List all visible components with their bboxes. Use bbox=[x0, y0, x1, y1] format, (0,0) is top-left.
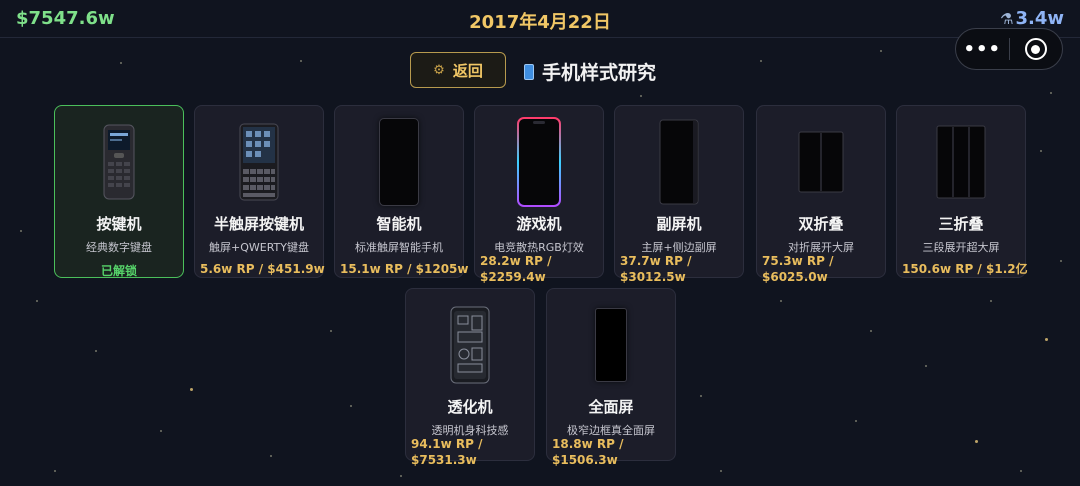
phone-style-card-tri-fold[interactable]: 三折叠 三段展开超大屏 150.6w RP / $1.2亿 bbox=[896, 105, 1028, 278]
gaming-phone-icon bbox=[475, 114, 603, 210]
phone-style-name: 按键机 bbox=[96, 215, 142, 233]
unlock-cost: 75.3w RP / $6025.0w bbox=[762, 254, 834, 284]
phone-style-card-full-screen[interactable]: 全面屏 极窄边框真全面屏 18.8w RP / $1506.3w bbox=[546, 288, 676, 467]
smartphone-icon bbox=[335, 114, 463, 210]
keypad-phone-icon bbox=[55, 114, 183, 210]
page-title-text: 手机样式研究 bbox=[542, 62, 657, 84]
side-screen-phone-icon bbox=[615, 114, 743, 210]
phone-style-desc: 触屏+QWERTY键盘 bbox=[209, 241, 309, 254]
phone-style-card-keypad[interactable]: 按键机 经典数字键盘 已解锁 bbox=[54, 105, 184, 278]
microscope-icon: ⚗ bbox=[1000, 9, 1014, 28]
miniprogram-capsule: ••• bbox=[955, 28, 1063, 70]
phone-style-card-side-screen[interactable]: 副屏机 主屏+侧边副屏 37.7w RP / $3012.5w bbox=[614, 105, 744, 284]
phone-style-name: 智能机 bbox=[376, 215, 422, 233]
close-miniprogram-button[interactable] bbox=[1009, 38, 1062, 60]
dual-fold-phone-icon bbox=[757, 114, 885, 210]
phone-style-desc: 标准触屏智能手机 bbox=[355, 241, 443, 254]
phone-style-desc: 三段展开超大屏 bbox=[922, 241, 1000, 254]
phone-style-card-transparent[interactable]: 透化机 透明机身科技感 94.1w RP / $7531.3w bbox=[405, 288, 535, 467]
phone-style-name: 副屏机 bbox=[656, 215, 702, 233]
unlock-cost: 18.8w RP / $1506.3w bbox=[552, 437, 624, 467]
tri-fold-phone-icon bbox=[897, 114, 1025, 210]
top-status-bar: $7547.6w 2017年4月22日 ⚗ 3.4w bbox=[0, 0, 1080, 38]
full-screen-phone-icon bbox=[547, 297, 675, 393]
phone-style-desc: 经典数字键盘 bbox=[86, 241, 152, 254]
qwerty-phone-icon bbox=[195, 114, 323, 210]
phone-style-card-dual-fold[interactable]: 双折叠 对折展开大屏 75.3w RP / $6025.0w bbox=[756, 105, 886, 284]
phone-style-name: 半触屏按键机 bbox=[213, 215, 304, 233]
unlock-cost: 94.1w RP / $7531.3w bbox=[411, 437, 483, 467]
phone-icon bbox=[524, 63, 534, 80]
phone-style-card-smartphone[interactable]: 智能机 标准触屏智能手机 15.1w RP / $1205w bbox=[334, 105, 468, 278]
research-points-value: 3.4w bbox=[1015, 8, 1064, 29]
unlocked-status: 已解锁 bbox=[100, 264, 137, 278]
unlock-cost: 15.1w RP / $1205w bbox=[340, 262, 469, 276]
phone-style-name: 透化机 bbox=[447, 398, 493, 416]
unlock-cost: 37.7w RP / $3012.5w bbox=[620, 254, 692, 284]
phone-style-name: 游戏机 bbox=[516, 215, 562, 233]
gear-icon: ⚙ bbox=[433, 62, 445, 78]
phone-style-card-qwerty[interactable]: 半触屏按键机 触屏+QWERTY键盘 5.6w RP / $451.9w bbox=[194, 105, 325, 278]
more-dots-icon[interactable]: ••• bbox=[956, 39, 1009, 60]
phone-style-name: 全面屏 bbox=[588, 398, 634, 416]
back-button-label: 返回 bbox=[452, 61, 483, 80]
phone-style-name: 双折叠 bbox=[798, 215, 844, 233]
target-icon bbox=[1024, 38, 1047, 60]
unlock-cost: 150.6w RP / $1.2亿 bbox=[902, 262, 1028, 276]
unlock-cost: 28.2w RP / $2259.4w bbox=[480, 254, 552, 284]
transparent-phone-icon bbox=[406, 297, 534, 393]
research-points: ⚗ 3.4w bbox=[1000, 8, 1064, 29]
unlock-cost: 5.6w RP / $451.9w bbox=[200, 262, 325, 276]
page-title: 手机样式研究 bbox=[524, 58, 656, 85]
game-date: 2017年4月22日 bbox=[469, 12, 611, 33]
phone-style-card-gaming[interactable]: 游戏机 电竞散热RGB灯效 28.2w RP / $2259.4w bbox=[474, 105, 604, 284]
back-button[interactable]: ⚙ 返回 bbox=[410, 52, 506, 88]
phone-style-name: 三折叠 bbox=[938, 215, 984, 233]
